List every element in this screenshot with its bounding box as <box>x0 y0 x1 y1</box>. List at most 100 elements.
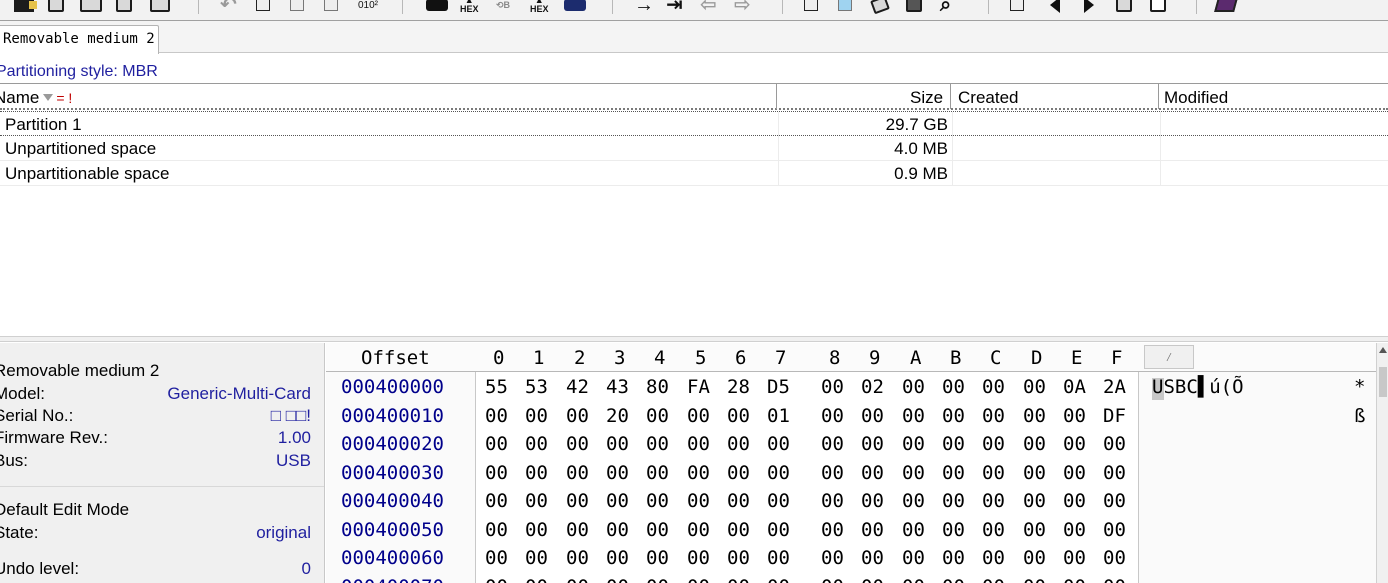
hex-byte[interactable]: 00 <box>566 547 589 569</box>
hex-byte[interactable]: 00 <box>861 519 884 541</box>
hex-byte[interactable]: 00 <box>566 576 589 583</box>
hex-byte[interactable]: 00 <box>861 547 884 569</box>
hex-byte[interactable]: D5 <box>767 376 790 398</box>
hex-byte[interactable]: 00 <box>861 462 884 484</box>
hex-byte[interactable]: 00 <box>767 547 790 569</box>
copy-icon[interactable] <box>256 0 270 14</box>
hex-byte[interactable]: 00 <box>646 490 669 512</box>
hex-byte[interactable]: 00 <box>485 462 508 484</box>
hex-byte[interactable]: 00 <box>1063 547 1086 569</box>
hex-byte[interactable]: 42 <box>566 376 589 398</box>
hex-byte[interactable]: 00 <box>727 433 750 455</box>
table-icon[interactable] <box>1150 0 1166 14</box>
hex-byte[interactable]: 00 <box>942 462 965 484</box>
hex-byte[interactable]: 2A <box>1103 376 1126 398</box>
hex-byte[interactable]: 43 <box>606 376 629 398</box>
hex-byte[interactable]: 00 <box>687 547 710 569</box>
hex-byte[interactable]: 00 <box>687 576 710 583</box>
partition-row[interactable]: Unpartitionable space 0.9 MB <box>0 161 1388 186</box>
hex-byte[interactable]: 00 <box>1103 576 1126 583</box>
pane-splitter[interactable] <box>0 336 1388 342</box>
column-header-modified[interactable]: Modified <box>1164 88 1228 108</box>
hex-byte[interactable]: 00 <box>902 405 925 427</box>
hex-byte[interactable]: 00 <box>942 433 965 455</box>
hex-byte[interactable]: 00 <box>1063 490 1086 512</box>
hex-byte[interactable]: 00 <box>646 547 669 569</box>
hex-byte[interactable]: 00 <box>485 547 508 569</box>
hex-byte[interactable]: 00 <box>687 433 710 455</box>
find-text-icon[interactable] <box>426 0 448 14</box>
hex-byte[interactable]: 00 <box>1063 519 1086 541</box>
snapshot-icon[interactable] <box>1116 0 1132 14</box>
hex-editor[interactable]: Offset 0123456789ABCDEF ⁄ 000400000 55 53 4… <box>326 343 1388 583</box>
hex-byte[interactable]: 00 <box>902 576 925 583</box>
hex-byte[interactable]: 00 <box>861 576 884 583</box>
hex-byte[interactable]: 00 <box>767 519 790 541</box>
find-hex-icon[interactable]: ▲ HEX <box>460 0 479 14</box>
hex-byte[interactable]: 00 <box>1063 433 1086 455</box>
column-header-name[interactable]: Name = ! <box>0 88 72 108</box>
hex-byte[interactable]: 00 <box>1023 405 1046 427</box>
hex-byte[interactable]: 00 <box>606 490 629 512</box>
hex-byte[interactable]: 80 <box>646 376 669 398</box>
open-disk-icon[interactable] <box>804 0 818 14</box>
find-again-icon[interactable] <box>564 0 586 14</box>
hex-row[interactable]: 000400010 00 00 00 20 00 00 00 01 00 00 00 00 00 00 00 D… <box>326 403 1388 431</box>
hex-byte[interactable]: 53 <box>525 376 548 398</box>
hex-byte[interactable]: 00 <box>982 490 1005 512</box>
hex-byte[interactable]: 00 <box>982 576 1005 583</box>
hex-ascii-text[interactable]: USBC▌ú(Õ <box>1152 376 1244 398</box>
hex-byte[interactable]: 00 <box>942 547 965 569</box>
hex-byte[interactable]: 00 <box>1023 433 1046 455</box>
search-icon[interactable]: ⌕ <box>940 0 951 15</box>
hex-byte[interactable]: 00 <box>942 519 965 541</box>
hex-byte[interactable]: 00 <box>902 519 925 541</box>
hex-byte[interactable]: 00 <box>1023 547 1046 569</box>
back-icon[interactable]: ⇦ <box>700 0 717 15</box>
hex-byte[interactable]: 00 <box>566 519 589 541</box>
hex-byte[interactable]: 00 <box>646 519 669 541</box>
scroll-thumb[interactable] <box>1379 367 1387 397</box>
hex-byte[interactable]: 00 <box>902 547 925 569</box>
hex-byte[interactable]: 00 <box>525 519 548 541</box>
calculator-icon[interactable] <box>906 0 922 14</box>
goto-offset-icon[interactable]: → <box>634 0 654 15</box>
hex-byte[interactable]: 00 <box>525 547 548 569</box>
hex-byte[interactable]: 00 <box>1103 462 1126 484</box>
hex-byte[interactable]: 00 <box>606 519 629 541</box>
hex-byte[interactable]: 00 <box>767 490 790 512</box>
hex-byte[interactable]: 00 <box>485 519 508 541</box>
hex-byte[interactable]: 00 <box>982 547 1005 569</box>
hex-byte[interactable]: 00 <box>767 433 790 455</box>
hex-byte[interactable]: 00 <box>902 462 925 484</box>
hex-byte[interactable]: 00 <box>982 405 1005 427</box>
scroll-up-icon[interactable] <box>1379 347 1387 353</box>
hex-byte[interactable]: 00 <box>525 576 548 583</box>
hex-byte[interactable]: 00 <box>646 462 669 484</box>
hex-scrollbar[interactable] <box>1376 343 1388 583</box>
hex-byte[interactable]: FA <box>687 376 710 398</box>
hex-ascii-text-end[interactable]: * <box>1354 376 1365 398</box>
hex-byte[interactable]: 00 <box>821 405 844 427</box>
hex-byte[interactable]: 00 <box>1103 519 1126 541</box>
sort-dropdown-icon[interactable] <box>43 94 54 102</box>
hex-byte[interactable]: 00 <box>821 547 844 569</box>
column-header-created[interactable]: Created <box>958 88 1018 108</box>
hex-byte[interactable]: 00 <box>1023 462 1046 484</box>
hex-byte[interactable]: 00 <box>821 576 844 583</box>
hex-byte[interactable]: 00 <box>1023 519 1046 541</box>
hex-byte[interactable]: 00 <box>821 490 844 512</box>
hex-byte[interactable]: 00 <box>727 462 750 484</box>
replace-text-icon[interactable]: ⟲B <box>496 0 510 14</box>
hex-byte[interactable]: 00 <box>982 462 1005 484</box>
hex-row[interactable]: 000400050 00 00 00 00 00 00 00 00 00 00 00 00 00 00 00 0… <box>326 517 1388 545</box>
disk-editor-icon[interactable] <box>838 0 852 14</box>
hex-byte[interactable]: 00 <box>821 433 844 455</box>
hex-row[interactable]: 000400000 55 53 42 43 80 FA 28 D5 00 02 00 00 00 00 0A 2… <box>326 374 1388 402</box>
hex-byte[interactable]: 00 <box>485 490 508 512</box>
hex-byte[interactable]: 00 <box>566 405 589 427</box>
hex-row[interactable]: 000400060 00 00 00 00 00 00 00 00 00 00 00 00 00 00 00 0… <box>326 545 1388 573</box>
hex-byte[interactable]: 00 <box>1063 576 1086 583</box>
replace-hex-icon[interactable]: ▲ HEX <box>530 0 549 14</box>
hex-byte[interactable]: 00 <box>606 576 629 583</box>
